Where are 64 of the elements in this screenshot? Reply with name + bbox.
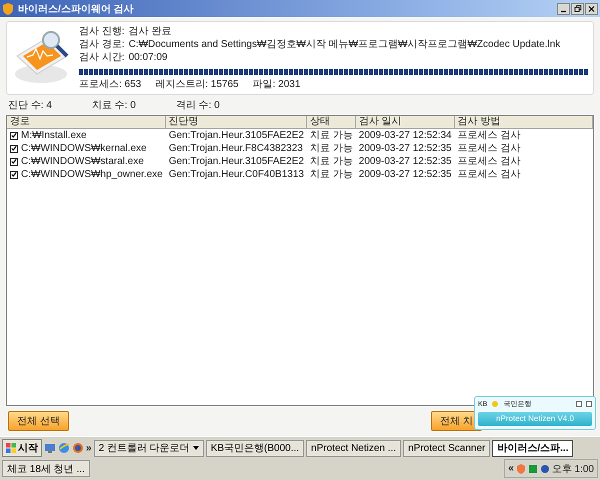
square-icon[interactable] xyxy=(528,464,538,474)
count-text: 격리 수: 0 xyxy=(176,99,220,112)
table-cell: 2009-03-27 12:52:35 xyxy=(358,155,452,168)
table-cell: 프로세스 검사 xyxy=(458,142,520,155)
stat-text: 프로세스: 653 xyxy=(79,79,142,91)
option-checkbox[interactable] xyxy=(576,401,582,407)
window-title: 바이러스/스파이웨어 검사 xyxy=(18,2,135,16)
taskbar-button[interactable]: nProtect Scanner xyxy=(403,440,490,456)
column-header[interactable]: 검사 일시 xyxy=(356,116,455,129)
circle-icon[interactable] xyxy=(540,464,550,474)
field-label: 검사 경로: xyxy=(79,39,125,51)
stat-text: 파일: 2031 xyxy=(252,79,300,91)
field-value: C:₩Documents and Settings₩김정호₩시작 메뉴₩프로그램₩시작프로그램₩Zcodec Update.lnk xyxy=(128,39,560,51)
field-label: 검사 진행: xyxy=(79,26,125,38)
table-cell: 프로세스 검사 xyxy=(458,129,520,142)
checkbox[interactable] xyxy=(10,144,18,152)
taskbar-button[interactable]: 체코 18세 청년 ... xyxy=(2,460,90,477)
checkbox[interactable] xyxy=(10,132,18,140)
taskbar-button[interactable]: 바이러스/스파... xyxy=(492,440,574,456)
stat-text: 레지스트리: 15765 xyxy=(155,79,239,91)
table-cell: Gen:Trojan.Heur.3105FAE2E2 xyxy=(168,129,304,142)
field-label: 검사 시간: xyxy=(79,52,125,64)
table-cell: 치료 가능 xyxy=(310,129,353,142)
field-value: 검사 완료 xyxy=(128,26,172,38)
table-cell: M:₩Install.exe xyxy=(21,129,87,142)
tray-expand-button[interactable]: « xyxy=(508,463,514,474)
column-header[interactable]: 상태 xyxy=(306,116,356,129)
table-cell: 2009-03-27 12:52:35 xyxy=(358,142,452,155)
taskbar-button[interactable]: 2 컨트롤러 다운로더 xyxy=(94,440,204,456)
shield-icon xyxy=(2,2,14,14)
taskbar-button[interactable]: nProtect Netizen ... xyxy=(306,440,402,456)
close-icon[interactable] xyxy=(585,2,598,14)
checkbox[interactable] xyxy=(10,158,18,166)
column-header[interactable]: 경로 xyxy=(7,116,166,129)
flag-icon xyxy=(6,443,16,453)
field-value: 00:07:09 xyxy=(128,52,168,64)
table-cell: Gen:Trojan.Heur.C0F40B1313 xyxy=(168,168,304,181)
count-text: 진단 수: 4 xyxy=(8,99,52,112)
column-header[interactable]: 진단명 xyxy=(166,116,307,129)
minimize-icon[interactable] xyxy=(557,2,570,14)
table-cell: C:₩WINDOWS₩staral.exe xyxy=(21,155,144,168)
table-cell: C:₩WINDOWS₩kernal.exe xyxy=(21,142,147,155)
table-cell: Gen:Trojan.Heur.3105FAE2E2 xyxy=(168,155,304,168)
checkbox[interactable] xyxy=(10,170,18,178)
table-cell: 2009-03-27 12:52:35 xyxy=(358,168,452,181)
restore-icon[interactable] xyxy=(571,2,584,14)
table-cell: 치료 가능 xyxy=(310,155,353,168)
count-text: 치료 수: 0 xyxy=(92,99,136,112)
table-cell: 프로세스 검사 xyxy=(458,155,520,168)
table-cell: 2009-03-27 12:52:34 xyxy=(358,129,452,142)
option-checkbox[interactable] xyxy=(586,401,592,407)
table-cell: 치료 가능 xyxy=(310,168,353,181)
desktop-icon[interactable] xyxy=(44,442,56,454)
more-button[interactable]: » xyxy=(86,442,92,454)
table-cell: 치료 가능 xyxy=(310,142,353,155)
taskbar-button[interactable]: KB국민은행(B000... xyxy=(206,440,304,456)
globe-icon[interactable] xyxy=(72,442,84,454)
action-button[interactable]: 전체 선택 xyxy=(8,411,69,431)
table-cell: 프로세스 검사 xyxy=(458,168,520,181)
start-button[interactable]: 시작 xyxy=(2,439,42,457)
clock: 오후 1:00 xyxy=(552,462,594,476)
table-cell: Gen:Trojan.Heur.F8C4382323 xyxy=(168,142,303,155)
table-cell: C:₩WINDOWS₩hp_owner.exe xyxy=(21,168,163,181)
column-header[interactable]: 검사 방법 xyxy=(454,116,593,129)
